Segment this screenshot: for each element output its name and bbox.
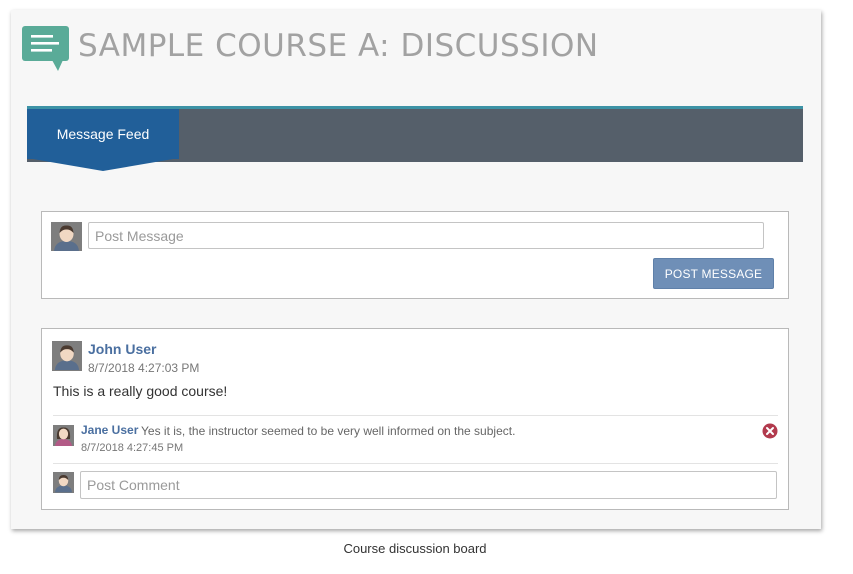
user-female-silhouette-icon [53, 425, 74, 446]
comment-divider [53, 415, 778, 416]
post-message-button[interactable]: POST MESSAGE [653, 258, 774, 289]
comment-input-divider [53, 463, 778, 464]
user-silhouette-icon [52, 341, 82, 371]
commenter-avatar [53, 425, 74, 446]
feed-post: John User 8/7/2018 4:27:03 PM This is a … [41, 328, 789, 510]
post-timestamp: 8/7/2018 4:27:03 PM [88, 361, 200, 375]
user-silhouette-icon [51, 222, 82, 251]
post-author-name[interactable]: John User [88, 341, 156, 357]
active-tab-pointer [27, 158, 179, 171]
page-title: SAMPLE COURSE A: DISCUSSION [78, 28, 599, 64]
comment-timestamp: 8/7/2018 4:27:45 PM [81, 442, 184, 454]
tab-message-feed[interactable]: Message Feed [27, 109, 179, 159]
post-body: This is a really good course! [53, 383, 228, 399]
comment-author-name[interactable]: Jane User [81, 423, 138, 437]
post-message-composer: POST MESSAGE [41, 211, 789, 299]
figure-caption: Course discussion board [343, 541, 487, 556]
current-user-avatar-small [53, 472, 74, 493]
post-message-input[interactable] [88, 222, 764, 249]
comment-body: Yes it is, the instructor seemed to be v… [141, 424, 516, 438]
post-comment-input[interactable] [80, 471, 777, 499]
user-silhouette-icon [53, 472, 74, 493]
current-user-avatar [51, 222, 82, 251]
author-avatar [52, 341, 82, 371]
discussion-chat-icon [22, 26, 69, 71]
delete-comment-icon[interactable] [762, 423, 778, 439]
